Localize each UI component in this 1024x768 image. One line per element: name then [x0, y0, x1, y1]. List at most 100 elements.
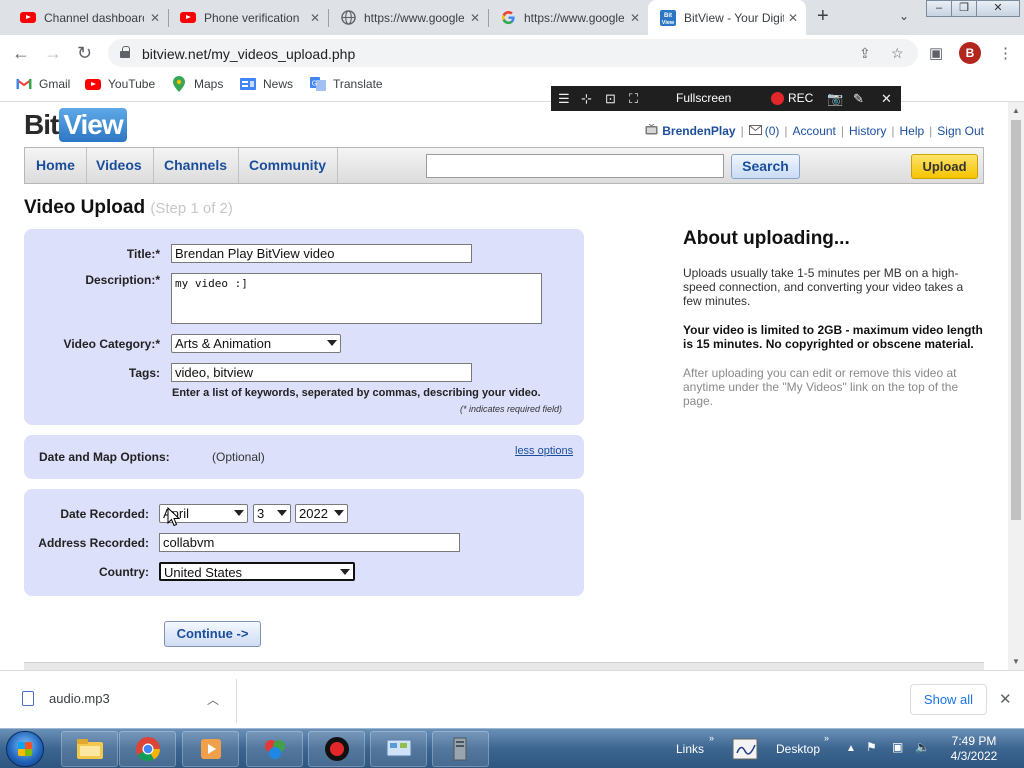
tab-search-chevron-icon[interactable]: ⌄: [899, 9, 909, 23]
nav-home[interactable]: Home: [25, 148, 87, 183]
close-tab-icon[interactable]: ✕: [630, 11, 640, 25]
address-input[interactable]: collabvm: [159, 533, 460, 552]
menu-kebab-icon[interactable]: ⋮: [998, 44, 1013, 62]
close-icon[interactable]: ✕: [999, 690, 1012, 708]
day-select[interactable]: 3: [253, 504, 291, 523]
crop-icon[interactable]: ⛶: [629, 91, 638, 107]
download-item[interactable]: audio.mp3: [22, 691, 110, 706]
tab-channel-dashboard[interactable]: Channel dashboard ✕: [8, 0, 168, 35]
close-icon[interactable]: ✕: [881, 91, 892, 107]
minimize-button[interactable]: –: [926, 0, 952, 17]
bitview-icon: Bit View: [660, 9, 676, 26]
maximize-button[interactable]: ❐: [951, 0, 977, 17]
bookmark-news[interactable]: News: [240, 77, 293, 91]
envelope-icon[interactable]: [748, 124, 762, 138]
tab-phone-verification[interactable]: Phone verification ✕: [168, 0, 328, 35]
inbox-count[interactable]: (0): [765, 124, 780, 138]
media-player-taskbar-icon[interactable]: [182, 731, 239, 767]
start-button[interactable]: [6, 731, 44, 767]
chevron-down-icon: [340, 569, 350, 575]
side-panel-icon[interactable]: ▣: [929, 44, 943, 62]
rec-button[interactable]: REC: [788, 91, 813, 105]
chevron-right-icon[interactable]: »: [824, 733, 829, 743]
history-link[interactable]: History: [849, 124, 886, 138]
video-details-panel: Title:* Brendan Play BitView video Descr…: [24, 229, 584, 425]
bookmark-star-icon[interactable]: ☆: [891, 45, 904, 62]
nav-community[interactable]: Community: [238, 148, 338, 183]
tab-google-1[interactable]: https://www.google ✕: [328, 0, 488, 35]
youtube-icon: [180, 10, 196, 26]
mouse-cursor-icon: [167, 506, 181, 530]
continue-button[interactable]: Continue ->: [164, 621, 261, 647]
desktop-toolbar-label[interactable]: Desktop: [776, 742, 820, 756]
camera-icon[interactable]: 📷: [827, 91, 843, 107]
window-close-button[interactable]: ✕: [976, 0, 1020, 17]
forward-arrow-icon[interactable]: →: [44, 43, 62, 64]
less-options-link[interactable]: less options: [515, 445, 573, 457]
close-tab-icon[interactable]: ✕: [788, 11, 798, 25]
title-input[interactable]: Brendan Play BitView video: [171, 244, 472, 263]
zoom-area-icon[interactable]: ⊡: [605, 91, 616, 107]
omnibox[interactable]: bitview.net/my_videos_upload.php ⇪ ☆: [108, 39, 918, 67]
bookmark-gmail[interactable]: Gmail: [16, 77, 70, 91]
recorder-taskbar-icon[interactable]: [308, 731, 365, 767]
help-link[interactable]: Help: [899, 124, 924, 138]
bookmark-translate[interactable]: G Translate: [310, 77, 383, 91]
scroll-up-icon[interactable]: ▲: [1012, 106, 1020, 115]
tags-input[interactable]: video, bitview: [171, 363, 472, 382]
search-input[interactable]: [426, 154, 724, 178]
category-label: Video Category:*: [63, 337, 160, 351]
action-center-flag-icon[interactable]: ⚑: [866, 740, 877, 754]
signature-icon[interactable]: [731, 735, 761, 764]
account-link[interactable]: Account: [793, 124, 836, 138]
bitview-logo[interactable]: Bit View: [24, 108, 127, 142]
explorer-taskbar-icon[interactable]: [61, 731, 118, 767]
profile-avatar[interactable]: B: [959, 42, 981, 64]
fit-screen-icon[interactable]: ⊹: [581, 91, 592, 107]
bookmark-maps[interactable]: Maps: [171, 76, 223, 92]
reload-icon[interactable]: ↻: [77, 43, 92, 64]
page-scrollbar[interactable]: ▲ ▼: [1008, 102, 1024, 670]
links-toolbar-label[interactable]: Links: [676, 742, 704, 756]
scroll-down-icon[interactable]: ▼: [1012, 657, 1020, 666]
paint-taskbar-icon[interactable]: [246, 731, 303, 767]
control-panel-taskbar-icon[interactable]: [370, 731, 427, 767]
bookmark-youtube[interactable]: YouTube: [85, 77, 155, 91]
fullscreen-button[interactable]: Fullscreen: [676, 91, 731, 105]
new-tab-button[interactable]: +: [817, 5, 829, 28]
username-link[interactable]: BrendenPlay: [662, 124, 735, 138]
chevron-up-icon[interactable]: ︿: [207, 691, 219, 708]
system-clock[interactable]: 7:49 PM 4/3/2022: [950, 734, 998, 764]
country-select[interactable]: United States: [159, 562, 355, 581]
tray-expand-icon[interactable]: ▲: [846, 743, 856, 754]
pencil-icon[interactable]: ✎: [853, 91, 864, 107]
description-textarea[interactable]: my video :]: [171, 273, 542, 324]
page-title: Video Upload (Step 1 of 2): [24, 197, 233, 219]
search-button[interactable]: Search: [731, 154, 800, 179]
tab-bitview[interactable]: BitView BitView - Your Digital ✕: [648, 0, 806, 35]
scroll-thumb[interactable]: [1011, 120, 1021, 520]
youtube-icon: [85, 77, 101, 91]
back-arrow-icon[interactable]: ←: [12, 43, 30, 64]
nav-videos[interactable]: Videos: [85, 148, 154, 183]
nav-channels[interactable]: Channels: [153, 148, 240, 183]
close-tab-icon[interactable]: ✕: [150, 11, 160, 25]
required-note: (* indicates required field): [460, 404, 563, 414]
category-select[interactable]: Arts & Animation: [171, 334, 341, 353]
chrome-taskbar-icon[interactable]: [119, 731, 176, 767]
upload-button[interactable]: Upload: [911, 154, 978, 179]
year-select[interactable]: 2022: [295, 504, 348, 523]
show-all-button[interactable]: Show all: [910, 684, 987, 715]
date-recorded-label: Date Recorded:: [60, 507, 149, 521]
volume-icon[interactable]: 🔈: [915, 740, 930, 754]
sign-out-link[interactable]: Sign Out: [937, 124, 984, 138]
server-taskbar-icon[interactable]: [432, 731, 489, 767]
network-icon[interactable]: ▣: [892, 740, 903, 754]
close-tab-icon[interactable]: ✕: [310, 11, 320, 25]
chevron-right-icon[interactable]: »: [709, 733, 714, 743]
tab-google-2[interactable]: https://www.google ✕: [488, 0, 648, 35]
menu-icon[interactable]: ☰: [558, 91, 570, 107]
separator: |: [840, 124, 845, 138]
close-tab-icon[interactable]: ✕: [470, 11, 480, 25]
share-icon[interactable]: ⇪: [859, 45, 871, 62]
